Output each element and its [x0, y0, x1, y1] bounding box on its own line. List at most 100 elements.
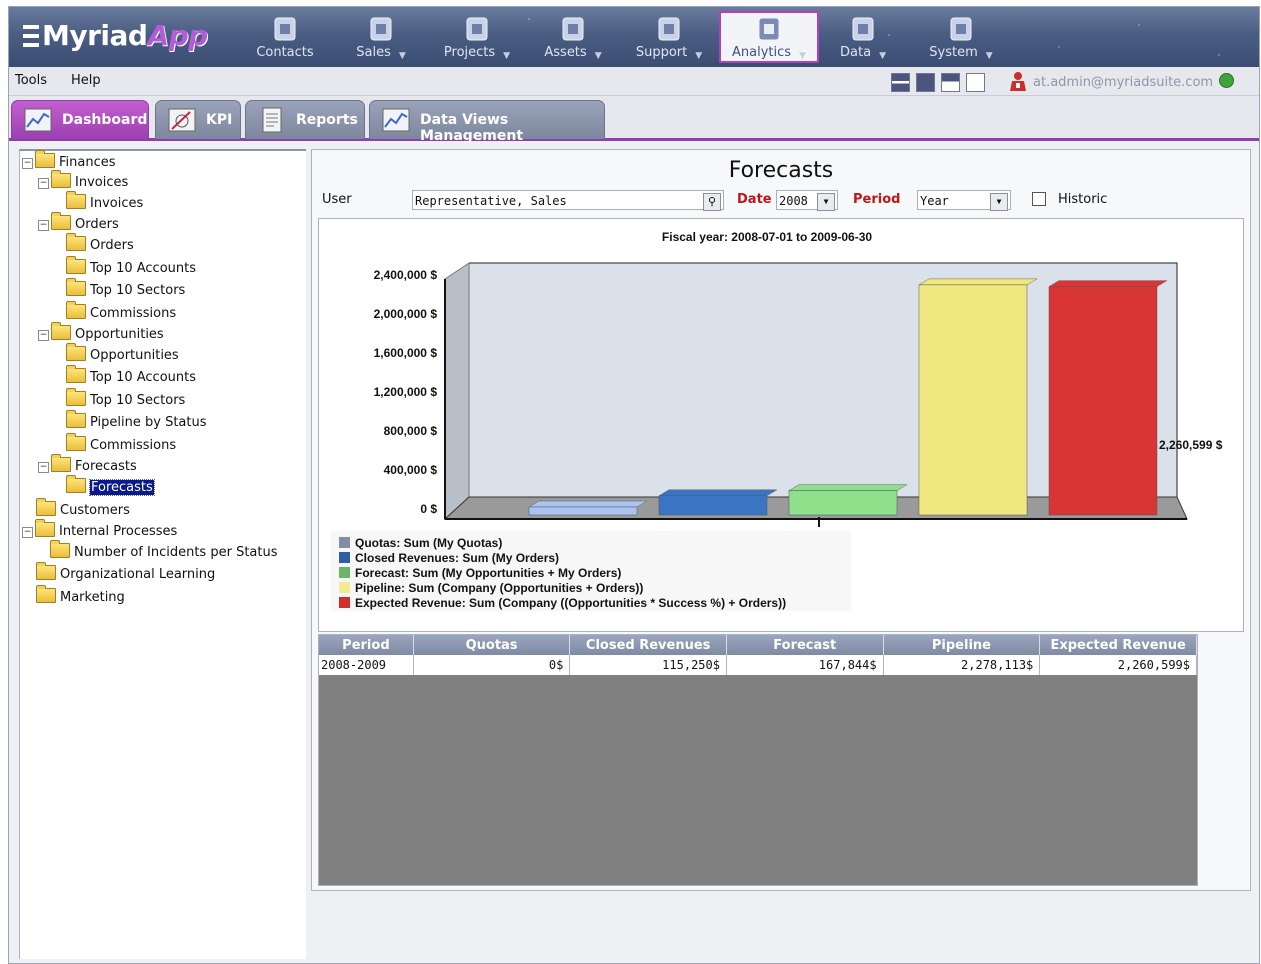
- tree-item[interactable]: Customers: [36, 498, 130, 521]
- collapse-icon[interactable]: −: [38, 462, 49, 473]
- module-analytics[interactable]: Analytics ▼: [719, 11, 819, 63]
- layout-split-icon[interactable]: [891, 73, 910, 92]
- chevron-down-icon[interactable]: ▼: [986, 51, 993, 61]
- tree-item[interactable]: − Finances: [22, 150, 116, 173]
- layout-blank-icon[interactable]: [966, 73, 985, 92]
- folder-icon: [51, 170, 71, 188]
- layout-top-icon[interactable]: [941, 73, 960, 92]
- chevron-down-icon[interactable]: ▼: [595, 51, 602, 61]
- date-dropdown-icon[interactable]: ▼: [817, 193, 835, 211]
- tab-reports[interactable]: Reports: [245, 100, 365, 139]
- tree-item[interactable]: − Opportunities: [38, 322, 164, 345]
- folder-icon: [50, 540, 70, 558]
- tab-dashboard[interactable]: Dashboard: [11, 100, 149, 139]
- user-email: at.admin@myriadsuite.com: [1033, 75, 1214, 90]
- tree-item[interactable]: − Internal Processes: [22, 519, 177, 542]
- tree-item[interactable]: Commissions: [66, 433, 177, 456]
- tree-item[interactable]: Opportunities: [66, 343, 179, 366]
- module-support[interactable]: Support ▼: [621, 9, 717, 65]
- collapse-icon[interactable]: −: [38, 178, 49, 189]
- app-window: MyriadApp Contacts Sales ▼ Projects ▼ Assets ▼…: [8, 6, 1260, 964]
- tree-item[interactable]: − Orders: [38, 212, 119, 235]
- chevron-down-icon[interactable]: ▼: [799, 51, 806, 61]
- tree-item[interactable]: Commissions: [66, 301, 176, 324]
- tree-item[interactable]: Organizational Learning: [36, 562, 216, 585]
- lookup-icon[interactable]: ⚲: [703, 193, 721, 211]
- data-views-icon: [382, 108, 410, 132]
- menu-bar: Tools Help at.admin@myriadsuite.com: [9, 67, 1259, 96]
- tree-item-label: Top 10 Sectors: [90, 283, 186, 298]
- column-header[interactable]: Expected Revenue: [1039, 635, 1197, 655]
- tree-item[interactable]: Invoices: [66, 191, 143, 214]
- tree-item[interactable]: Top 10 Accounts: [66, 365, 197, 388]
- bar: [658, 495, 768, 516]
- tree-item[interactable]: Orders: [66, 233, 134, 256]
- module-assets[interactable]: Assets ▼: [525, 9, 621, 65]
- user-field[interactable]: Representative, Sales ⚲: [412, 190, 724, 211]
- tree-item[interactable]: − Invoices: [38, 170, 128, 193]
- collapse-icon[interactable]: −: [22, 158, 33, 169]
- tree-item[interactable]: Pipeline by Status: [66, 410, 207, 433]
- menu-help[interactable]: Help: [71, 73, 101, 88]
- module-data[interactable]: Data ▼: [815, 9, 911, 65]
- tab-data-views-management[interactable]: Data Views Management: [369, 100, 605, 144]
- y-tick-label: 1,600,000 $: [374, 346, 438, 360]
- bar-top: [788, 484, 908, 491]
- chart-title: Fiscal year: 2008-07-01 to 2009-06-30: [662, 230, 872, 244]
- user-info[interactable]: at.admin@myriadsuite.com: [1009, 71, 1235, 91]
- column-header[interactable]: Pipeline: [883, 635, 1041, 655]
- historic-checkbox[interactable]: [1032, 192, 1046, 206]
- collapse-icon[interactable]: −: [38, 220, 49, 231]
- column-header[interactable]: Period: [319, 635, 414, 655]
- chevron-down-icon[interactable]: ▼: [399, 51, 406, 61]
- folder-icon: [66, 343, 86, 361]
- report-panel: Forecasts User Representative, Sales ⚲ D…: [311, 149, 1251, 891]
- report-title: Forecasts: [728, 158, 834, 183]
- period-dropdown-icon[interactable]: ▼: [990, 193, 1008, 211]
- module-sales[interactable]: Sales ▼: [333, 9, 429, 65]
- tree-item[interactable]: Top 10 Accounts: [66, 256, 196, 279]
- date-select[interactable]: 2008 ▼: [776, 190, 838, 211]
- tree-item-label: Top 10 Accounts: [90, 370, 197, 385]
- collapse-icon[interactable]: −: [38, 330, 49, 341]
- tree-item-label: Organizational Learning: [60, 567, 216, 582]
- chevron-down-icon[interactable]: ▼: [695, 51, 702, 61]
- module-system[interactable]: System ▼: [913, 9, 1009, 65]
- chevron-down-icon[interactable]: ▼: [879, 51, 886, 61]
- contacts-icon: [274, 17, 296, 41]
- period-select[interactable]: Year ▼: [917, 190, 1011, 211]
- column-header[interactable]: Forecast: [726, 635, 884, 655]
- layout-full-icon[interactable]: [916, 73, 935, 92]
- myriadapp-logo: MyriadApp: [23, 19, 208, 52]
- collapse-icon[interactable]: −: [22, 527, 33, 538]
- folder-icon: [66, 410, 86, 428]
- tree-item[interactable]: − Forecasts: [38, 454, 137, 477]
- folder-icon: [36, 585, 56, 603]
- tree-item[interactable]: Number of Incidents per Status: [50, 540, 278, 563]
- module-label: Data: [840, 45, 872, 60]
- table-row[interactable]: 2008-2009 0$ 115,250$ 167,844$ 2,278,113$ 2,2…: [319, 655, 1197, 675]
- tree-item-label: Commissions: [90, 438, 177, 453]
- user-icon: [1010, 72, 1026, 91]
- menu-tools[interactable]: Tools: [15, 73, 47, 88]
- module-projects[interactable]: Projects ▼: [429, 9, 525, 65]
- dashboard-icon: [24, 108, 52, 132]
- column-header[interactable]: Quotas: [413, 635, 571, 655]
- module-label: Sales: [356, 45, 391, 60]
- tree-item[interactable]: Forecasts: [66, 475, 155, 498]
- tree-item[interactable]: Top 10 Sectors: [66, 278, 186, 301]
- tree-item[interactable]: Marketing: [36, 585, 125, 608]
- reports-icon: [262, 107, 282, 133]
- tree-item-label: Orders: [90, 238, 134, 253]
- y-tick-label: 2,000,000 $: [374, 307, 438, 321]
- folder-icon: [51, 454, 71, 472]
- column-header[interactable]: Closed Revenues: [569, 635, 727, 655]
- module-label: Assets: [544, 45, 587, 60]
- chevron-down-icon[interactable]: ▼: [503, 51, 510, 61]
- tree-item[interactable]: Top 10 Sectors: [66, 388, 185, 411]
- analytics-icon: [758, 17, 780, 41]
- bar: [1048, 286, 1158, 516]
- tab-kpi[interactable]: KPI: [155, 100, 241, 139]
- module-contacts[interactable]: Contacts: [237, 9, 333, 65]
- bar-top: [918, 278, 1038, 286]
